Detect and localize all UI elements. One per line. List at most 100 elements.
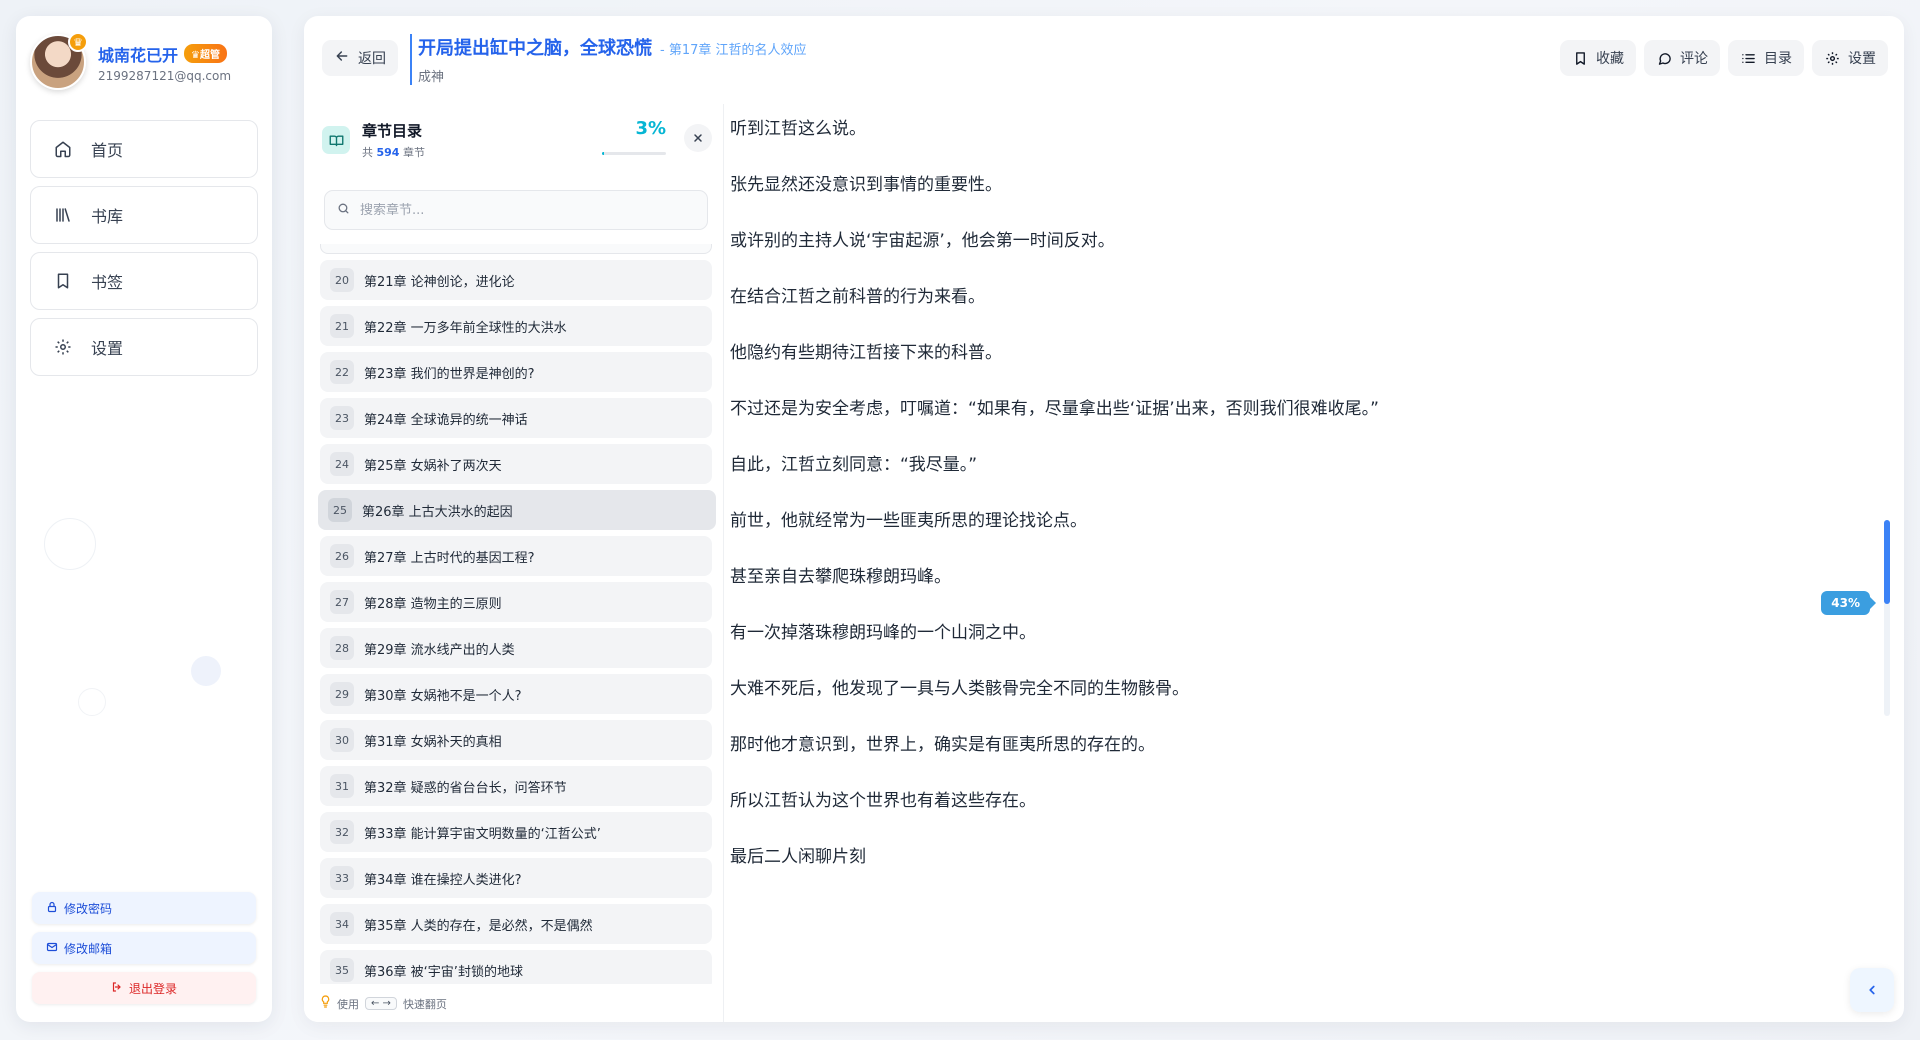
user-email: 2199287121@qq.com xyxy=(98,68,232,83)
sidebar-item-home[interactable]: 首页 xyxy=(30,120,258,178)
lightbulb-icon xyxy=(320,995,331,1012)
sidebar-item-library[interactable]: 书库 xyxy=(30,186,258,244)
sidebar-item-settings[interactable]: 设置 xyxy=(30,318,258,376)
scrollbar-thumb[interactable] xyxy=(1884,520,1890,604)
mail-icon xyxy=(46,941,58,956)
user-name: 城南花已开 xyxy=(98,45,179,65)
decorative-circle xyxy=(191,656,221,686)
top-actions: 收藏 评论 目录 设置 xyxy=(1560,40,1888,76)
comment-label: 评论 xyxy=(1680,51,1708,67)
toc-item-number: 20 xyxy=(330,268,354,292)
change-email-button[interactable]: 修改邮箱 xyxy=(32,932,256,964)
toc-item[interactable]: 34 第35章 人类的存在，是必然，不是偶然 xyxy=(320,904,712,944)
user-info: 城南花已开 ♛超管 2199287121@qq.com xyxy=(98,42,231,83)
toc-item[interactable]: 24 第25章 女娲补了两次天 xyxy=(320,444,712,484)
toc-count-suffix: 章节 xyxy=(402,146,425,159)
sidebar-actions: 修改密码 修改邮箱 退出登录 xyxy=(32,884,256,1004)
chapter-paragraph: 前世，他就经常为一些匪夷所思的理论找论点。 xyxy=(730,511,1087,531)
scroll-progress-badge: 43% xyxy=(1821,591,1876,615)
toc-search xyxy=(324,190,708,230)
book-category: 成神 xyxy=(418,70,445,85)
logout-button[interactable]: 退出登录 xyxy=(32,972,256,1004)
toc-item-title: 第26章 上古大洪水的起因 xyxy=(362,504,513,520)
toc-item[interactable]: 22 第23章 我们的世界是神创的? xyxy=(320,352,712,392)
toc-header: 章节目录 共 594 章节 3% xyxy=(322,118,712,159)
toc-item[interactable]: 23 第24章 全球诡异的统一神话 xyxy=(320,398,712,438)
avatar[interactable]: ♛ xyxy=(30,32,88,90)
user-name-row: 城南花已开 ♛超管 xyxy=(98,42,231,66)
bookmark-icon xyxy=(53,271,73,291)
crown-icon: ♛ xyxy=(68,32,88,52)
toc-item[interactable]: 25 第26章 上古大洪水的起因 xyxy=(318,490,716,530)
back-button[interactable]: 返回 xyxy=(322,40,398,76)
toc-item[interactable]: 20 第21章 论神创论，进化论 xyxy=(320,260,712,300)
search-icon xyxy=(337,202,350,219)
toc-item[interactable]: 33 第34章 谁在操控人类进化? xyxy=(320,858,712,898)
change-email-label: 修改邮箱 xyxy=(64,941,113,956)
logout-icon xyxy=(111,981,123,996)
toc-item[interactable]: 29 第30章 女娲祂不是一个人? xyxy=(320,674,712,714)
chapter-paragraph: 最后二人闲聊片刻 xyxy=(730,847,866,867)
toc-item-number: 28 xyxy=(330,636,354,660)
chapter-paragraph: 或许别的主持人说‘宇宙起源’，他会第一时间反对。 xyxy=(730,231,1115,251)
chapter-paragraph: 不过还是为安全考虑，叮嘱道：“如果有，尽量拿出些‘证据’出来，否则我们很难收尾。… xyxy=(730,399,1379,419)
toc-item[interactable]: 35 第36章 被‘宇宙’封锁的地球 xyxy=(320,950,712,984)
toc-search-input[interactable] xyxy=(360,202,700,218)
toc-footer: 使用 ← → 快速翻页 xyxy=(320,995,447,1012)
toc-list[interactable]: 20 第21章 论神创论，进化论 21 第22章 一万多年前全球性的大洪水 22 第23章… xyxy=(316,244,716,984)
toc-item[interactable]: 26 第27章 上古时代的基因工程? xyxy=(320,536,712,576)
change-password-label: 修改密码 xyxy=(64,901,113,916)
sidebar-item-label: 首页 xyxy=(91,141,124,160)
toc-item-title: 第21章 论神创论，进化论 xyxy=(364,274,515,290)
toc-item[interactable]: 21 第22章 一万多年前全球性的大洪水 xyxy=(320,306,712,346)
bookmark-icon xyxy=(1572,50,1588,66)
toc-item[interactable]: 27 第28章 造物主的三原则 xyxy=(320,582,712,622)
gear-icon xyxy=(1824,50,1840,66)
sidebar: ♛ 城南花已开 ♛超管 2199287121@qq.com 首页 书库 书签 设… xyxy=(16,16,272,1022)
favorite-button[interactable]: 收藏 xyxy=(1560,40,1636,76)
sidebar-item-bookmarks[interactable]: 书签 xyxy=(30,252,258,310)
chapter-paragraph: 甚至亲自去攀爬珠穆朗玛峰。 xyxy=(730,567,951,587)
toc-item-number: 34 xyxy=(330,912,354,936)
toc-item-number: 29 xyxy=(330,682,354,706)
toc-item-number: 21 xyxy=(330,314,354,338)
sidebar-item-label: 书库 xyxy=(91,207,124,226)
toc-item-title: 第35章 人类的存在，是必然，不是偶然 xyxy=(364,918,593,934)
chapter-paragraph: 有一次掉落珠穆朗玛峰的一个山洞之中。 xyxy=(730,623,1036,643)
chapter-paragraph: 大难不死后，他发现了一具与人类骸骨完全不同的生物骸骨。 xyxy=(730,679,1189,699)
arrow-left-icon xyxy=(334,48,350,68)
gear-icon xyxy=(53,337,73,357)
reader-main: 返回 开局提出缸中之脑，全球恐慌 - 第17章 江哲的名人效应 成神 收藏 评论 xyxy=(304,16,1904,1022)
comment-icon xyxy=(1656,50,1672,66)
chapter-paragraph: 所以江哲认为这个世界也有着这些存在。 xyxy=(730,791,1036,811)
toc-item-number: 25 xyxy=(328,498,352,522)
toc-button[interactable]: 目录 xyxy=(1728,40,1804,76)
toc-count-value: 594 xyxy=(376,146,400,159)
toc-count-prefix: 共 xyxy=(362,146,373,159)
title-block: 开局提出缸中之脑，全球恐慌 - 第17章 江哲的名人效应 成神 xyxy=(410,34,807,85)
toc-item[interactable]: 32 第33章 能计算宇宙文明数量的‘江哲公式’ xyxy=(320,812,712,852)
comment-button[interactable]: 评论 xyxy=(1644,40,1720,76)
toc-item[interactable]: 31 第32章 疑惑的省台台长，问答环节 xyxy=(320,766,712,806)
chapter-paragraph: 在结合江哲之前科普的行为来看。 xyxy=(730,287,985,307)
reader-settings-button[interactable]: 设置 xyxy=(1812,40,1888,76)
decorative-circle xyxy=(44,518,96,570)
decorative-circle xyxy=(78,688,106,716)
toc-title: 章节目录 xyxy=(362,122,423,140)
toc-item[interactable]: 30 第31章 女娲补天的真相 xyxy=(320,720,712,760)
chevron-left-icon[interactable] xyxy=(1850,968,1894,1012)
toc-list-edge xyxy=(320,244,712,254)
toc-item-title: 第27章 上古时代的基因工程? xyxy=(364,550,535,566)
close-icon[interactable] xyxy=(684,124,712,152)
change-password-button[interactable]: 修改密码 xyxy=(32,892,256,924)
user-card: ♛ 城南花已开 ♛超管 2199287121@qq.com xyxy=(30,30,258,94)
open-book-icon xyxy=(322,126,350,154)
sidebar-item-label: 书签 xyxy=(91,273,124,292)
chapter-paragraph: 听到江哲这么说。 xyxy=(730,119,866,139)
toc-item[interactable]: 28 第29章 流水线产出的人类 xyxy=(320,628,712,668)
toc-item-number: 23 xyxy=(330,406,354,430)
book-title-row: 开局提出缸中之脑，全球恐慌 - 第17章 江哲的名人效应 xyxy=(418,34,807,60)
logout-label: 退出登录 xyxy=(128,981,177,996)
arrow-keys-hint: ← → xyxy=(365,997,397,1010)
toc-progress-value: 3% xyxy=(635,118,666,139)
